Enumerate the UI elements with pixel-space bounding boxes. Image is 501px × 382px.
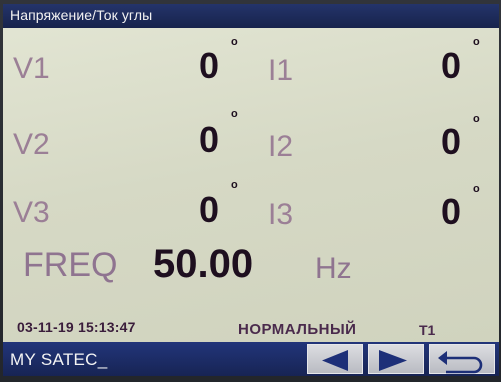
page-title: Напряжение/Ток углы — [10, 7, 153, 23]
i3-value: 0 — [441, 191, 462, 232]
return-arrow-icon — [438, 351, 483, 374]
next-button[interactable] — [368, 344, 424, 374]
i1-degree-unit: o — [473, 36, 480, 48]
bottom-bar: MY SATEC_ — [3, 342, 499, 376]
title-bar: Напряжение/Ток углы — [3, 4, 499, 28]
v1-label: V1 — [13, 52, 50, 85]
v1-degree-unit: o — [231, 36, 238, 48]
prev-button[interactable] — [307, 344, 363, 374]
device-bezel: Напряжение/Ток углы V1 0 o I1 0 o V2 0 o… — [0, 0, 501, 382]
v3-degree-unit: o — [231, 179, 238, 191]
v2-label: V2 — [13, 128, 50, 161]
device-name: MY SATEC_ — [10, 350, 108, 369]
i3-label: I3 — [268, 198, 294, 231]
freq-unit: Hz — [315, 252, 352, 285]
triangle-right-icon — [379, 350, 407, 371]
i3-degree-unit: o — [473, 183, 480, 195]
v2-value: 0 — [199, 119, 220, 160]
status-row: 03-11-19 15:13:47 НОРМАЛЬНЫЙ T1 — [3, 316, 499, 340]
i1-label: I1 — [268, 54, 294, 87]
v3-value: 0 — [199, 189, 220, 230]
i2-label: I2 — [268, 130, 294, 163]
datetime-readout: 03-11-19 15:13:47 — [17, 319, 136, 335]
lcd-screen: Напряжение/Ток углы V1 0 o I1 0 o V2 0 o… — [3, 4, 499, 376]
v1-value: 0 — [199, 45, 220, 86]
back-button[interactable] — [429, 344, 495, 374]
mode-status: НОРМАЛЬНЫЙ — [238, 321, 357, 338]
v3-label: V3 — [13, 196, 50, 229]
i2-degree-unit: o — [473, 113, 480, 125]
i2-value: 0 — [441, 121, 462, 162]
v2-degree-unit: o — [231, 108, 238, 120]
freq-label: FREQ — [23, 246, 118, 284]
i1-value: 0 — [441, 45, 462, 86]
freq-value: 50.00 — [153, 242, 254, 286]
triangle-left-icon — [322, 350, 348, 371]
tariff-indicator: T1 — [419, 322, 436, 338]
